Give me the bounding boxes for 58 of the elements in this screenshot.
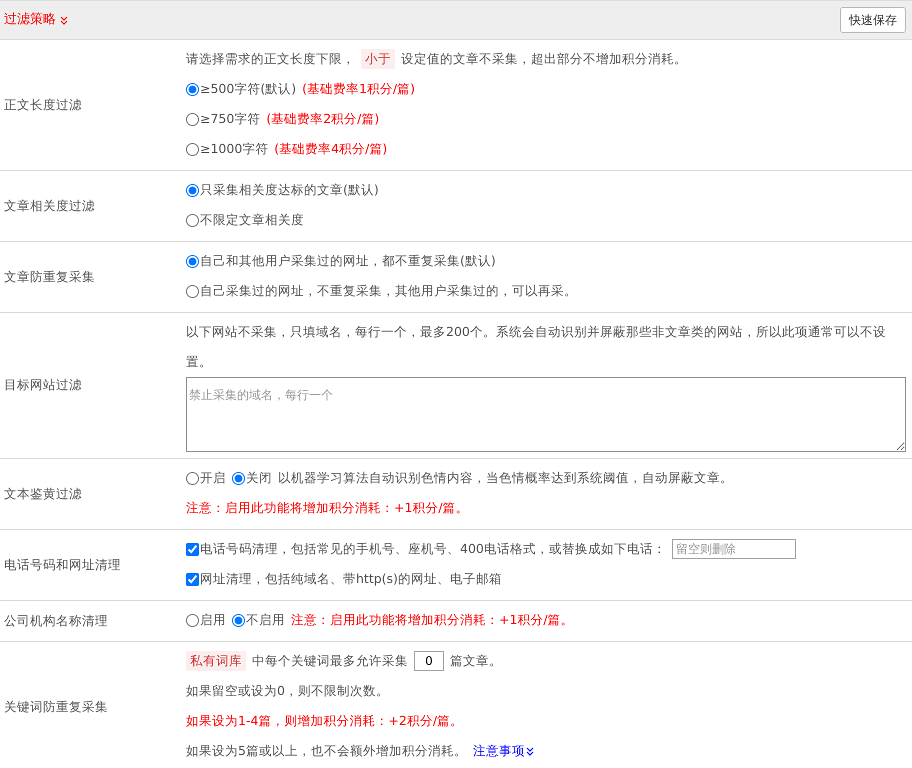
radio-button[interactable] <box>186 214 199 226</box>
radio-button[interactable] <box>186 142 199 156</box>
option-label[interactable]: ≥1000字符 <box>200 134 268 164</box>
option-label[interactable]: ≥500字符(默认) <box>200 74 296 104</box>
field-label: 电话号码和网址清理 <box>3 556 122 574</box>
hint-text: 设定值的文章不采集，超出部分不增加积分消耗。 <box>401 50 687 68</box>
double-chevron-icon <box>60 16 68 24</box>
keyword-tag: 私有词库 <box>186 651 246 671</box>
hint-text: 以机器学习算法自动识别色情内容，当色情概率达到系统阈值，自动屏蔽文章。 <box>278 469 733 487</box>
option-label[interactable]: 启用 <box>200 605 226 635</box>
option-label[interactable]: 自己采集过的网址，不重复采集，其他用户采集过的，可以再采。 <box>200 276 577 306</box>
section-title: 过滤策略 <box>4 11 56 30</box>
field-label: 公司机构名称清理 <box>3 612 109 630</box>
save-button[interactable]: 快速保存 <box>840 7 906 33</box>
notes-link[interactable]: 注意事项 <box>472 736 534 766</box>
domain-textarea[interactable]: 禁止采集的域名，每行一个 <box>186 377 906 452</box>
radio-button[interactable] <box>186 112 199 126</box>
radio-button[interactable] <box>186 284 199 298</box>
hint-text: 中每个关键词最多允许采集 <box>252 652 408 670</box>
phone-input-field[interactable]: 留空则删除 <box>672 539 796 559</box>
checkbox[interactable] <box>186 572 199 586</box>
hint-text: 请选择需求的正文长度下限， <box>186 50 355 68</box>
option-label[interactable]: ≥750字符 <box>200 104 260 134</box>
warning-text: (基础费率1积分/篇) <box>302 80 416 98</box>
option-label[interactable]: 自己和其他用户采集过的网址，都不重复采集(默认) <box>200 246 496 276</box>
warning-text: 如果设为1-4篇，则增加积分消耗：+2积分/篇。 <box>186 712 464 730</box>
warning-text: (基础费率2积分/篇) <box>266 110 380 128</box>
field-label: 正文长度过滤 <box>3 96 83 114</box>
radio-button[interactable] <box>232 614 245 626</box>
option-label[interactable]: 关闭 <box>246 463 272 493</box>
option-label[interactable]: 网址清理，包括纯域名、带http(s)的网址、电子邮箱 <box>200 564 502 594</box>
warning-text: 注意：启用此功能将增加积分消耗：+1积分/篇。 <box>291 611 574 629</box>
radio-button[interactable] <box>186 254 199 268</box>
field-label: 目标网站过滤 <box>3 376 83 394</box>
radio-button[interactable] <box>186 184 199 196</box>
radio-button[interactable] <box>186 472 199 484</box>
keyword-tag: 小于 <box>361 49 395 69</box>
hint-text: 如果设为5篇或以上，也不会额外增加积分消耗。 <box>186 742 467 760</box>
field-label: 文章相关度过滤 <box>3 196 96 215</box>
field-label: 关键词防重复采集 <box>3 698 109 716</box>
option-label[interactable]: 不限定文章相关度 <box>200 205 304 235</box>
field-label: 文本鉴黄过滤 <box>3 484 83 503</box>
hint-text: 篇文章。 <box>450 652 502 670</box>
option-label[interactable]: 只采集相关度达标的文章(默认) <box>200 175 379 205</box>
hint-text: 以下网站不采集，只填域名，每行一个，最多200个。系统会自动识别并屏蔽那些非文章类的网站，所以此项通常可以不设置。 <box>186 323 887 371</box>
field-label: 文章防重复采集 <box>3 268 96 286</box>
warning-text: 注意：启用此功能将增加积分消耗：+1积分/篇。 <box>186 499 469 517</box>
radio-button[interactable] <box>186 614 199 626</box>
radio-button[interactable] <box>232 472 245 484</box>
warning-text: (基础费率4积分/篇) <box>274 140 388 158</box>
option-label[interactable]: 不启用 <box>246 605 285 635</box>
checkbox[interactable] <box>186 542 199 556</box>
option-label[interactable]: 开启 <box>200 463 226 493</box>
chevron-icon <box>526 746 534 756</box>
radio-button[interactable] <box>186 82 199 96</box>
count-input-field[interactable]: 0 <box>414 651 444 671</box>
option-label[interactable]: 电话号码清理，包括常见的手机号、座机号、400电话格式，或替换成如下电话： <box>200 534 666 564</box>
hint-text: 如果留空或设为0，则不限制次数。 <box>186 682 389 700</box>
